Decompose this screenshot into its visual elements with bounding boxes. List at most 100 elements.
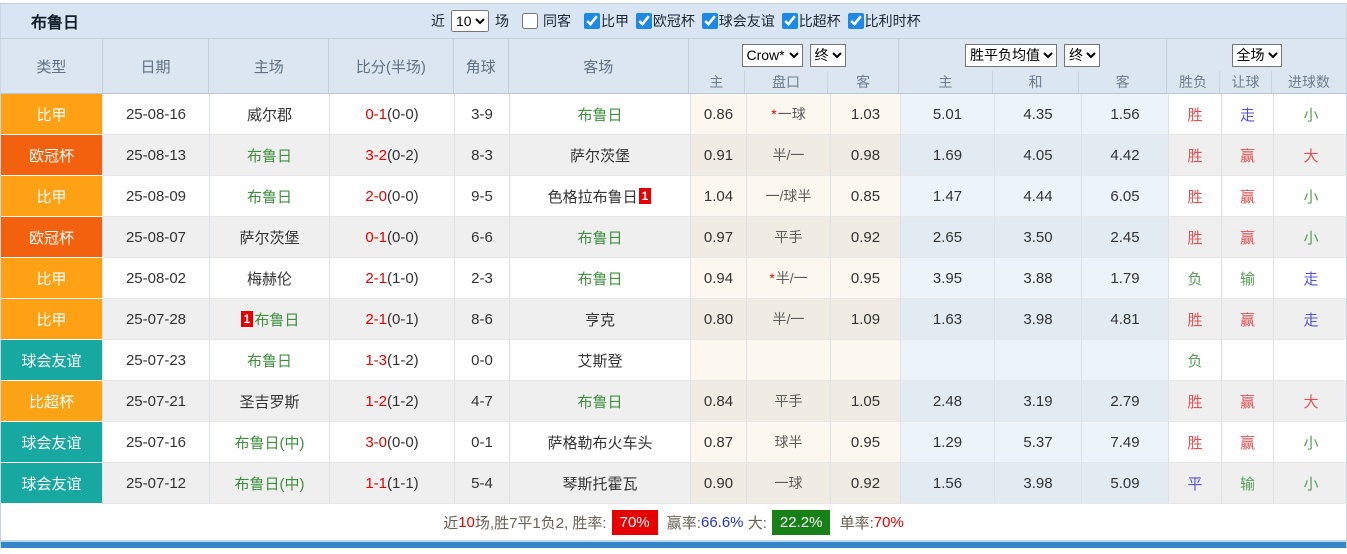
europe-away-odds: 1.56 — [1082, 94, 1169, 135]
team-name: 圣吉罗斯 — [239, 393, 300, 411]
asian-handicap: * 半/一 — [747, 258, 831, 299]
goals-result-cell: 小 — [1274, 94, 1347, 135]
handicap-result-cell: 输 — [1222, 258, 1274, 299]
asian-handicap: 平手 — [747, 217, 831, 258]
home-cell: 圣吉罗斯 — [210, 381, 330, 422]
home-cell: 布鲁日 — [210, 340, 330, 381]
league-filter-checkbox[interactable] — [584, 12, 601, 29]
league-filter[interactable]: 比利时杯 — [847, 11, 921, 31]
subcol-asian-home: 主 — [689, 71, 745, 93]
goals-result-cell: 大 — [1274, 135, 1347, 176]
league-filter[interactable]: 比超杯 — [781, 11, 841, 31]
same-venue-filter[interactable]: 同客 — [522, 11, 571, 31]
score-fulltime: 3-2 — [365, 146, 387, 164]
single-rate-label: 单率: — [835, 514, 874, 532]
team-name: 布鲁日 — [246, 188, 292, 206]
league-filter-checkbox[interactable] — [847, 12, 864, 29]
date-cell: 25-07-23 — [103, 340, 210, 381]
handicap-star: * — [769, 270, 775, 286]
handicap-result-cell — [1222, 340, 1274, 381]
europe-time-select[interactable]: 终 — [1064, 43, 1100, 67]
europe-home-odds: 1.47 — [901, 176, 995, 217]
handicap-result-cell: 赢 — [1222, 381, 1274, 422]
europe-away-odds: 2.45 — [1082, 217, 1169, 258]
score-cell: 2-1 (0-1) — [330, 299, 455, 340]
handicap-star: * — [771, 106, 777, 122]
outcome-cell: 负 — [1169, 258, 1222, 299]
score-halftime: (1-2) — [387, 351, 419, 369]
asian-home-odds: 0.91 — [691, 135, 747, 176]
europe-home-odds: 3.95 — [901, 258, 995, 299]
col-header-score: 比分(半场) — [329, 39, 454, 93]
date-cell: 25-08-02 — [103, 258, 210, 299]
date-cell: 25-07-12 — [103, 463, 210, 504]
odds-time-select[interactable]: 终 — [809, 43, 846, 67]
outcome-cell: 平 — [1169, 463, 1222, 504]
team-name: 萨尔茨堡 — [239, 229, 300, 247]
asian-home-odds: 0.87 — [691, 422, 747, 463]
league-filter-checkbox[interactable] — [701, 12, 718, 29]
asian-away-odds: 0.95 — [831, 422, 901, 463]
europe-home-odds: 2.65 — [901, 217, 995, 258]
handicap-result-cell: 赢 — [1222, 217, 1274, 258]
asian-handicap: 平手 — [747, 381, 831, 422]
away-cell: 萨尔茨堡 — [510, 135, 691, 176]
score-fulltime: 0-1 — [365, 228, 387, 246]
europe-draw-odds: 4.35 — [995, 94, 1082, 135]
europe-draw-odds: 4.05 — [995, 135, 1082, 176]
subcol-europe-away: 客 — [1115, 74, 1130, 90]
table-body: 比甲 25-08-16 威尔郡 0-1 (0-0) 3-9 布鲁日 0.86 * 一… — [1, 94, 1347, 504]
outcome-cell: 负 — [1169, 340, 1222, 381]
asian-home-odds: 0.94 — [691, 258, 747, 299]
asian-away-odds: 0.85 — [831, 176, 901, 217]
stats-page: 布鲁日 近 10 场 同客 比甲 欧冠杯 球会友谊 比超杯 比利时杯 类型 日期… — [0, 3, 1347, 548]
matches-label: 场 — [495, 13, 510, 29]
asian-away-odds: 1.05 — [831, 381, 901, 422]
type-badge: 欧冠杯 — [1, 217, 103, 258]
scope-select[interactable]: 全场 — [1231, 43, 1282, 67]
europe-draw-odds: 3.98 — [995, 463, 1082, 504]
summary-prefix: 近 — [443, 514, 459, 532]
europe-away-odds: 6.05 — [1082, 176, 1169, 217]
asian-home-odds: 1.04 — [691, 176, 747, 217]
league-filter[interactable]: 比甲 — [584, 11, 629, 31]
outcome-cell: 胜 — [1169, 381, 1222, 422]
match-row: 球会友谊 25-07-23 布鲁日 1-3 (1-2) 0-0 艾斯登 负 — [1, 340, 1347, 381]
win-odds-label: 赢率: — [662, 514, 701, 532]
europe-home-odds: 1.56 — [901, 463, 995, 504]
date-cell: 25-07-21 — [103, 381, 210, 422]
europe-away-odds: 5.09 — [1082, 463, 1169, 504]
asian-away-odds: 1.09 — [831, 299, 901, 340]
league-filter[interactable]: 球会友谊 — [701, 11, 775, 31]
date-cell: 25-07-16 — [103, 422, 210, 463]
league-filter-checkbox[interactable] — [635, 12, 652, 29]
outcome-cell: 胜 — [1169, 217, 1222, 258]
goals-result-cell: 大 — [1274, 381, 1347, 422]
home-cell: 布鲁日(中) — [210, 422, 330, 463]
team-name: 布鲁日 — [246, 147, 292, 165]
asian-away-odds: 0.92 — [831, 463, 901, 504]
corners-cell: 3-9 — [455, 94, 510, 135]
corners-cell: 9-5 — [455, 176, 510, 217]
same-venue-checkbox[interactable] — [522, 13, 539, 29]
europe-home-odds — [901, 340, 995, 381]
league-filter[interactable]: 欧冠杯 — [635, 11, 695, 31]
recent-count-select[interactable]: 10 — [451, 10, 490, 32]
odds-source-select[interactable]: Crow* — [741, 43, 803, 67]
team-name: 布鲁日 — [577, 106, 623, 124]
subcol-handicap-result: 让球 — [1220, 71, 1272, 93]
score-halftime: (1-2) — [387, 392, 419, 410]
team-name: 艾斯登 — [577, 352, 623, 370]
europe-odds-select[interactable]: 胜平负均值 — [965, 43, 1057, 67]
date-cell: 25-08-16 — [103, 94, 210, 135]
type-badge: 球会友谊 — [1, 463, 103, 504]
win-rate-badge: 70% — [611, 509, 658, 535]
outcome-cell: 胜 — [1169, 135, 1222, 176]
match-row: 欧冠杯 25-08-07 萨尔茨堡 0-1 (0-0) 6-6 布鲁日 0.97 … — [1, 217, 1347, 258]
team-name: 布鲁日 — [246, 352, 292, 370]
score-cell: 1-3 (1-2) — [330, 340, 455, 381]
europe-draw-odds: 5.37 — [995, 422, 1082, 463]
type-badge: 比甲 — [1, 258, 103, 299]
league-filter-label: 比超杯 — [798, 12, 841, 29]
league-filter-checkbox[interactable] — [781, 12, 798, 29]
